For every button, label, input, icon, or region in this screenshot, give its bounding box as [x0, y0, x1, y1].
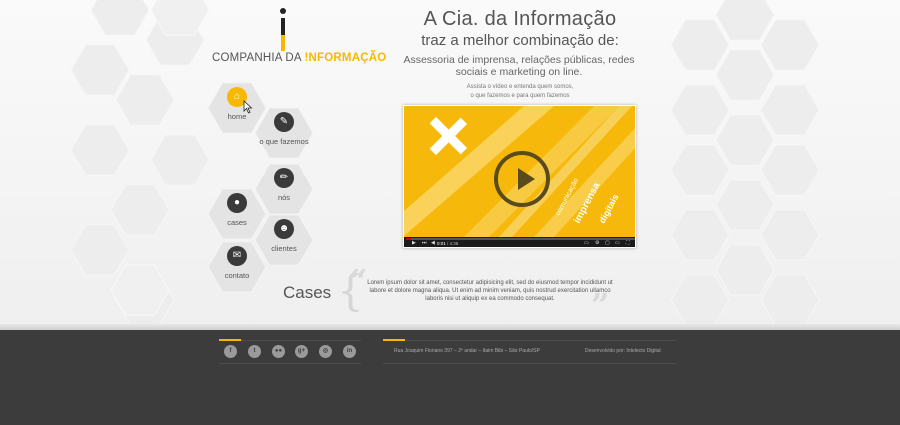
video-settings-icon[interactable]: ⚙: [595, 240, 599, 247]
hexagon-tile: [670, 274, 730, 326]
headline-title: A Cia. da Informação: [423, 8, 617, 30]
hexagon-tile: [760, 84, 820, 136]
nav-contato-label: contato: [224, 271, 250, 280]
hexagon-tile: [760, 144, 820, 196]
video-next-icon[interactable]: ⏭: [422, 240, 427, 247]
video-time: 0:01 / 4:36: [437, 241, 459, 246]
video-watch-later-icon[interactable]: ▢: [605, 240, 610, 247]
footer: f t ●● g+ ◎ in Rua Joaquim Floriano 397 …: [0, 330, 900, 425]
hexagon-tile: [670, 144, 730, 196]
address-accent-bar: [383, 339, 405, 341]
hexagon-tile: [715, 244, 775, 296]
wrench-icon: ✎: [274, 112, 294, 132]
hexagon-tile: [70, 124, 130, 176]
video-progress-fill: [406, 238, 411, 240]
cases-title: Cases: [283, 283, 332, 302]
hexagon-tile: [715, 0, 775, 41]
address-divider-bottom: [383, 363, 676, 364]
mouse-cursor-icon: [243, 100, 253, 114]
google-plus-icon[interactable]: g+: [295, 345, 308, 358]
hexagon-tile: [70, 44, 130, 96]
cases-text: Lorem ipsum dolor sit amet, consectetur …: [367, 280, 613, 302]
address-divider-top: [383, 340, 676, 341]
chat-icon: ●: [227, 193, 247, 213]
logo-dot: [280, 8, 286, 14]
nav-contato[interactable]: ✉ contato: [208, 238, 266, 296]
hexagon-tile: [760, 274, 820, 326]
video-theater-icon[interactable]: ▭: [615, 240, 620, 247]
quote-close-icon: ”: [591, 286, 610, 324]
social-accent-bar: [219, 339, 241, 341]
logo-bar-dark: [281, 18, 285, 35]
instagram-icon[interactable]: ◎: [319, 345, 332, 358]
main-area: COMPANHIA DA !NFORMAÇÃO ⌂ home ✎ o que f…: [0, 0, 900, 328]
hexagon-tile: [715, 179, 775, 231]
developer-credit[interactable]: Desenvolvido por: Intelecto Digital: [585, 348, 661, 354]
nav-o-que-fazemos[interactable]: ✎ o que fazemos: [255, 104, 313, 162]
hexagon-tile: [70, 224, 130, 276]
headline-subtitle: traz a melhor combinação de:: [421, 32, 619, 49]
headline: A Cia. da Informação traz a melhor combi…: [380, 8, 660, 49]
social-divider-bottom: [219, 363, 361, 364]
video-volume-icon[interactable]: ◀: [431, 240, 435, 247]
video-play-icon[interactable]: ▶: [412, 240, 416, 247]
video-fullscreen-icon[interactable]: ⛶: [626, 240, 630, 247]
hexagon-tile: [760, 209, 820, 261]
headline-small-line-1: Assista o vídeo e entenda quem somos,: [466, 84, 574, 90]
nav-o-que-fazemos-label: o que fazemos: [259, 137, 309, 146]
hexagon-tile: [670, 84, 730, 136]
logo-text: COMPANHIA DA !NFORMAÇÃO: [212, 52, 387, 64]
hexagon-tile: [90, 0, 150, 36]
play-button[interactable]: [494, 151, 550, 207]
video-word-3: digitais: [597, 192, 621, 225]
envelope-icon: ✉: [227, 246, 247, 266]
headline-small-line-2: o que fazemos e para quem fazemos: [470, 93, 570, 99]
hexagon-tile: [115, 74, 175, 126]
address-text: Rua Joaquim Floriano 397 – 2º andar – It…: [394, 348, 540, 354]
linkedin-icon[interactable]: in: [343, 345, 356, 358]
play-icon: [518, 168, 535, 190]
hexagon-tile: [760, 19, 820, 71]
video-controls: ▶ ⏭ ◀ 0:01 / 4:36 ▭ ⚙ ▢ ▭ ⛶: [404, 237, 635, 247]
logo[interactable]: COMPANHIA DA !NFORMAÇÃO: [212, 4, 386, 74]
hexagon-tile: [670, 19, 730, 71]
headline-small-text: Assista o vídeo e entenda quem somos, o …: [440, 83, 600, 101]
pencil-icon: ✏: [274, 168, 294, 188]
logo-bar-yellow: [281, 35, 285, 51]
video-player[interactable]: comunicação imprensa digitais ▶ ⏭ ◀ 0:01…: [403, 105, 636, 248]
flickr-icon[interactable]: ●●: [272, 345, 285, 358]
headline-description: Assessoria de imprensa, relações pública…: [403, 54, 635, 78]
hexagon-tile: [715, 49, 775, 101]
hexagon-tile: [150, 134, 210, 186]
hexagon-tile: [110, 184, 170, 236]
facebook-icon[interactable]: f: [224, 345, 237, 358]
video-captions-icon[interactable]: ▭: [584, 240, 589, 247]
user-icon: ☻: [274, 219, 294, 239]
twitter-icon[interactable]: t: [248, 345, 261, 358]
hexagon-tile: [670, 209, 730, 261]
hexagon-tile: [715, 114, 775, 166]
